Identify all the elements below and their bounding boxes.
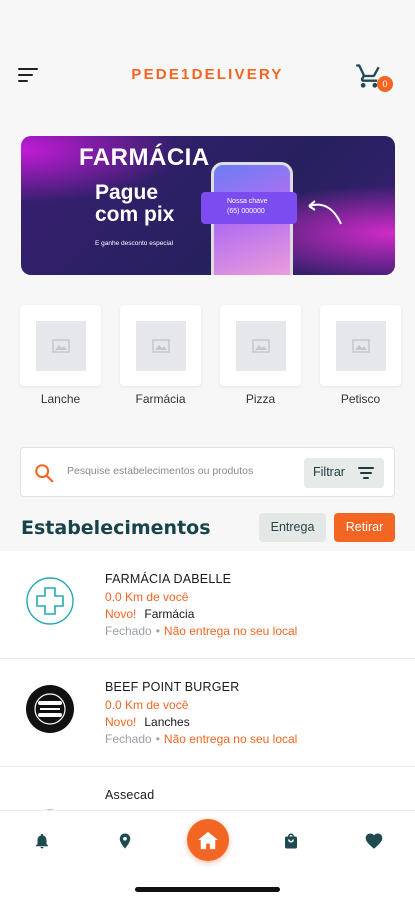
filter-label: Filtrar: [313, 465, 345, 479]
tab-pickup[interactable]: Retirar: [334, 513, 395, 542]
category-card: [320, 305, 401, 386]
store-status: Fechado • Não entrega no seu local: [105, 732, 297, 746]
category-label: Pizza: [245, 392, 276, 406]
home-indicator: [135, 887, 280, 892]
store-category: Lanches: [144, 715, 190, 729]
store-item[interactable]: FARMÁCIA DABELLE 0.0 Km de você Novo! Far…: [0, 551, 415, 659]
cart-count-badge: 0: [377, 76, 393, 92]
filter-button[interactable]: Filtrar: [304, 458, 384, 488]
search-bar[interactable]: Pesquise estabelecimentos ou produtos Fi…: [20, 447, 395, 497]
image-placeholder-icon: [135, 320, 186, 371]
category-card: [120, 305, 201, 386]
store-distance: 0.0 Km de você: [105, 590, 189, 604]
store-item[interactable]: Assecad: [0, 767, 415, 810]
filter-icon: [358, 467, 374, 479]
store-name: FARMÁCIA DABELLE: [105, 572, 232, 586]
delivery-status: Não entrega no seu local: [163, 732, 298, 746]
burger-logo-icon: [25, 684, 75, 734]
open-status: Fechado: [105, 624, 152, 638]
category-label: Lanche: [40, 392, 81, 406]
new-badge: Novo!: [105, 715, 137, 729]
home-button[interactable]: [187, 819, 229, 861]
location-pin-icon[interactable]: [116, 831, 134, 851]
banner-subtitle: E ganhe desconto especial: [95, 240, 174, 247]
store-list: FARMÁCIA DABELLE 0.0 Km de você Novo! Far…: [0, 551, 415, 810]
image-placeholder-icon: [235, 320, 286, 371]
category-item-pizza[interactable]: Pizza: [220, 305, 301, 406]
image-placeholder-icon: [35, 320, 86, 371]
store-distance: 0.0 Km de você: [105, 698, 189, 712]
brand-logo: PEDE1DELIVERY: [131, 66, 284, 83]
promo-banner[interactable]: FARMÁCIA Pague com pix E ganhe desconto …: [21, 136, 395, 275]
store-name: Assecad: [105, 788, 155, 802]
category-card: [20, 305, 101, 386]
category-item-petisco[interactable]: Petisco: [320, 305, 401, 406]
bottom-navigation: [0, 810, 415, 900]
shopping-bag-icon[interactable]: [282, 831, 300, 851]
open-status: Fechado: [105, 732, 152, 746]
search-input[interactable]: Pesquise estabelecimentos ou produtos: [67, 465, 253, 477]
pharmacy-cross-icon: [25, 576, 75, 626]
store-item[interactable]: BEEF POINT BURGER 0.0 Km de você Novo! La…: [0, 659, 415, 767]
bell-icon[interactable]: [33, 831, 51, 851]
banner-headline: Pague com pix: [95, 181, 175, 226]
category-label: Petisco: [340, 392, 381, 406]
store-category: Farmácia: [144, 607, 195, 621]
category-item-lanche[interactable]: Lanche: [20, 305, 101, 406]
cart-button[interactable]: 0: [355, 62, 393, 92]
category-item-farmacia[interactable]: Farmácia: [120, 305, 201, 406]
status-separator: •: [155, 732, 160, 746]
store-tags: Novo! Farmácia: [105, 607, 194, 621]
curved-arrow-icon: [308, 200, 342, 225]
app-header: PEDE1DELIVERY 0: [0, 0, 415, 120]
store-tags: Novo! Lanches: [105, 715, 190, 729]
tab-delivery[interactable]: Entrega: [259, 513, 326, 542]
delivery-status: Não entrega no seu local: [163, 624, 298, 638]
section-title: Estabelecimentos: [21, 517, 211, 539]
category-label: Farmácia: [135, 392, 186, 406]
heart-icon[interactable]: [364, 831, 384, 851]
image-placeholder-icon: [335, 320, 386, 371]
store-name: BEEF POINT BURGER: [105, 680, 240, 694]
pix-key-box: Nossa chave (65) 000000: [201, 192, 297, 224]
category-carousel: Lanche Farmácia Pizza Petisco: [20, 305, 415, 415]
status-separator: •: [155, 624, 160, 638]
category-card: [220, 305, 301, 386]
pix-key-label: Nossa chave: [227, 198, 268, 205]
store-logo-icon: [25, 795, 75, 810]
store-status: Fechado • Não entrega no seu local: [105, 624, 297, 638]
banner-title: FARMÁCIA: [79, 144, 210, 171]
new-badge: Novo!: [105, 607, 137, 621]
pix-key-value: (65) 000000: [227, 208, 265, 215]
search-icon: [35, 464, 54, 483]
home-icon: [198, 831, 218, 850]
